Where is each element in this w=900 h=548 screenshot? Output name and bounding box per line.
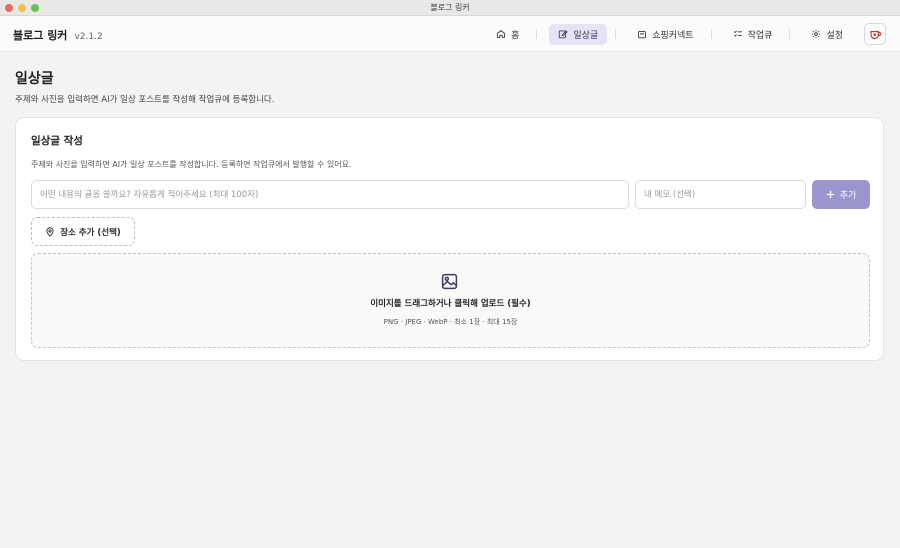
nav-item-settings[interactable]: 설정 [802,24,852,45]
nav-item-job-queue[interactable]: 작업큐 [724,24,782,45]
nav-item-label: 일상글 [573,30,599,41]
gear-icon [812,29,821,39]
nav-item-shopping-connect[interactable]: 쇼핑커넥트 [628,24,702,45]
plus-icon [826,190,834,199]
image-icon [441,273,458,290]
nav-item-label: 홈 [511,30,520,41]
upload-title: 이미지를 드래그하거나 클릭해 업로드 (필수) [370,299,531,309]
window-titlebar: 블로그 링커 [0,0,900,16]
image-upload-dropzone[interactable]: 이미지를 드래그하거나 클릭해 업로드 (필수) PNG · JPEG · We… [31,253,870,348]
home-icon [497,29,505,38]
card-description: 주제와 사진을 입력하면 AI가 일상 포스트를 작성합니다. 등록하면 작업큐… [31,160,352,169]
card-title: 일상글 작성 [31,135,83,147]
nav-item-daily-post[interactable]: 일상글 [549,23,608,45]
coffee-heart-icon [869,30,881,39]
app-header: 블로그 링커 v2.1.2 홈 일상글 쇼핑커넥트 작업큐 설정 [0,16,900,52]
page-title: 일상글 [15,71,54,87]
nav-item-label: 설정 [826,30,843,41]
page-description: 주제와 사진을 입력하면 AI가 일상 포스트를 작성해 작업큐에 등록합니다. [15,95,275,105]
window-title: 블로그 링커 [430,3,470,12]
edit-icon [559,30,569,39]
app-version: v2.1.2 [74,32,103,42]
nav-item-home[interactable]: 홈 [487,24,528,45]
nav-divider [536,29,538,39]
memo-input[interactable] [635,180,806,209]
shopping-bag-icon [638,31,647,39]
add-button[interactable]: 추가 [812,180,870,209]
nav-item-label: 쇼핑커넥트 [652,30,694,41]
nav-divider [615,29,617,39]
map-pin-icon [46,226,54,237]
topic-input[interactable] [31,180,629,209]
nav-item-label: 작업큐 [747,30,773,41]
checklist-icon [733,30,742,37]
profile-button[interactable] [864,23,886,45]
add-button-label: 추가 [839,191,857,201]
nav-divider [710,29,712,39]
main-nav: 홈 일상글 쇼핑커넥트 작업큐 설정 [483,23,886,45]
brand: 블로그 링커 v2.1.2 [13,27,103,43]
nav-divider [789,29,791,39]
upload-hint: PNG · JPEG · WebP · 최소 1장 · 최대 15장 [383,318,518,326]
app-name: 블로그 링커 [13,29,68,42]
add-place-label: 장소 추가 (선택) [60,227,121,238]
add-place-button[interactable]: 장소 추가 (선택) [31,217,135,246]
daily-post-form-card: 일상글 작성 주제와 사진을 입력하면 AI가 일상 포스트를 작성합니다. 등… [15,117,884,361]
